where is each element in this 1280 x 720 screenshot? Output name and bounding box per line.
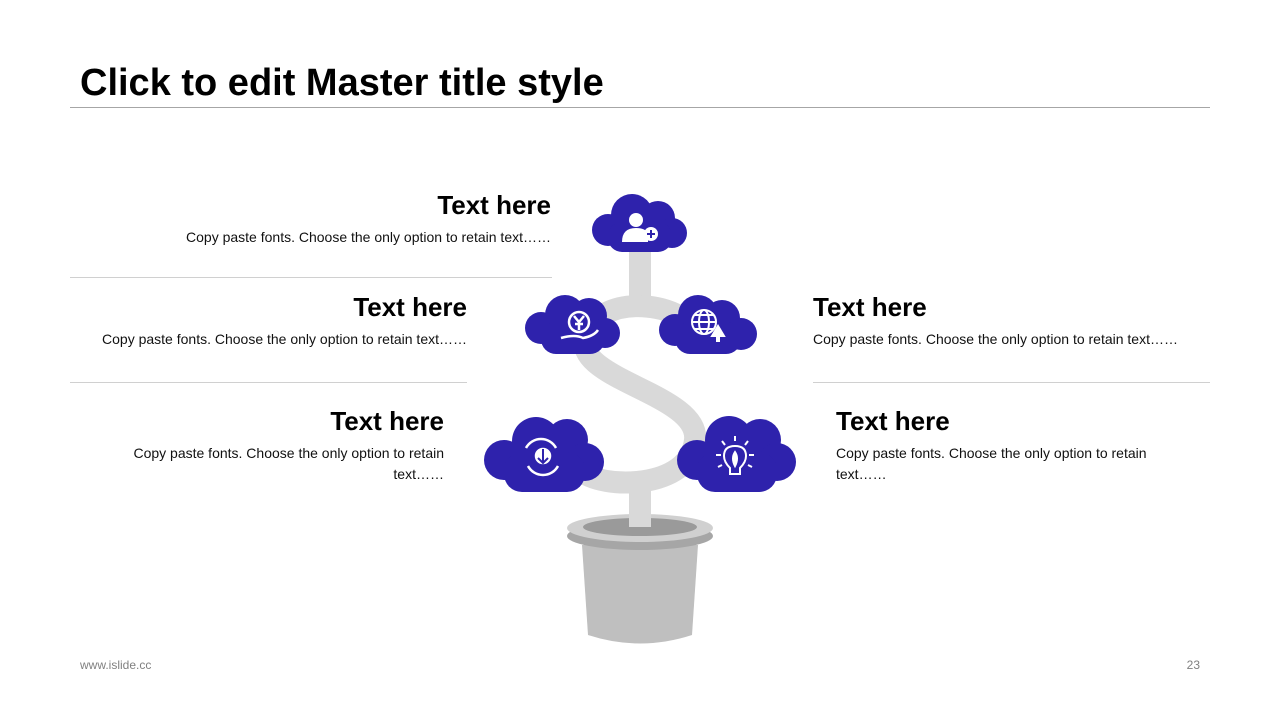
footer-url: www.islide.cc xyxy=(80,658,152,672)
text-block-mid-right: Text here Copy paste fonts. Choose the o… xyxy=(813,291,1210,350)
divider-mid-left xyxy=(70,382,467,383)
block-body: Copy paste fonts. Choose the only option… xyxy=(813,331,1178,347)
block-body: Copy paste fonts. Choose the only option… xyxy=(186,229,551,245)
text-block-bottom-right: Text here Copy paste fonts. Choose the o… xyxy=(836,405,1170,485)
block-heading: Text here xyxy=(437,190,551,220)
page-number: 23 xyxy=(1186,658,1200,672)
block-body: Copy paste fonts. Choose the only option… xyxy=(133,445,444,482)
flower-pot xyxy=(567,505,713,644)
text-block-mid-left: Text here Copy paste fonts. Choose the o… xyxy=(70,291,467,350)
dollar-stem xyxy=(572,250,711,540)
block-body: Copy paste fonts. Choose the only option… xyxy=(836,445,1147,482)
text-block-bottom-left: Text here Copy paste fonts. Choose the o… xyxy=(110,405,444,485)
text-block-top-left: Text here Copy paste fonts. Choose the o… xyxy=(150,189,551,248)
block-heading: Text here xyxy=(836,406,950,436)
divider-top-left xyxy=(70,277,552,278)
block-body: Copy paste fonts. Choose the only option… xyxy=(102,331,467,347)
block-heading: Text here xyxy=(813,292,927,322)
divider-mid-right xyxy=(813,382,1210,383)
block-heading: Text here xyxy=(353,292,467,322)
block-heading: Text here xyxy=(330,406,444,436)
money-tree-illustration xyxy=(484,194,796,644)
